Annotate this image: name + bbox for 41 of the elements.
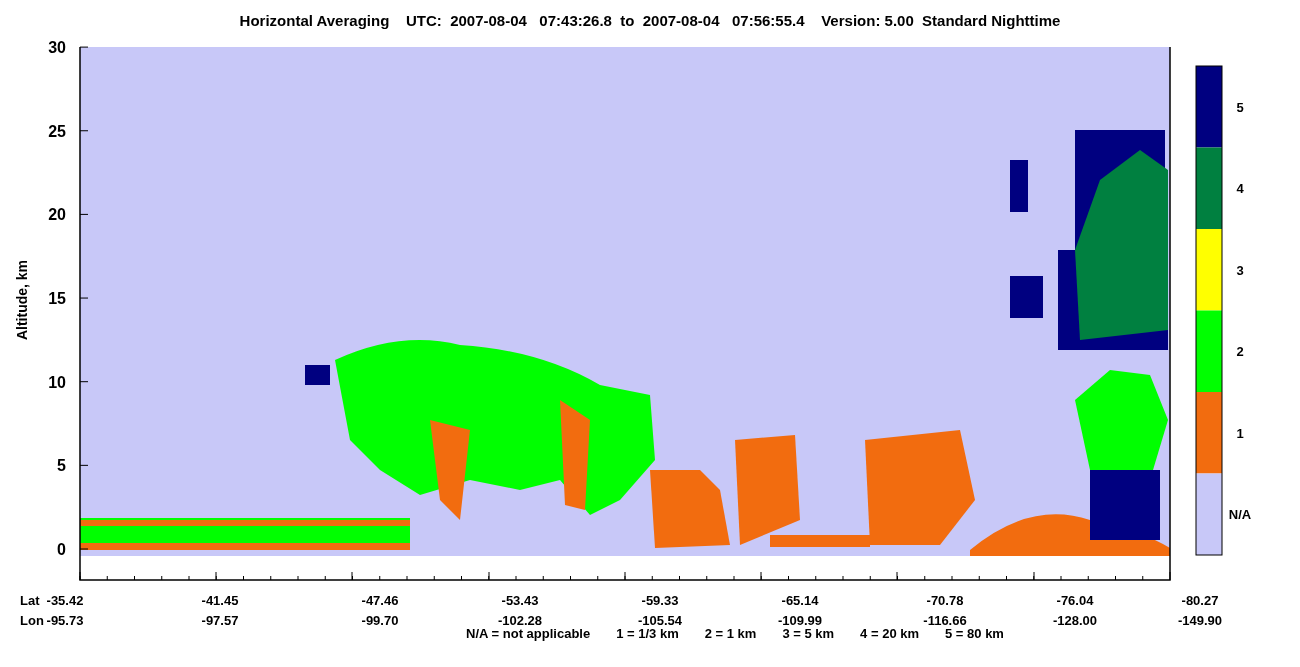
latitude-label: -70.78 [926,593,964,608]
longitude-label: -128.00 [1052,613,1098,628]
colorbar-label: 4 [1236,181,1244,197]
longitude-label: -149.90 [1177,613,1223,628]
longitude-label: -95.73 [46,613,84,628]
legend-item: 4 = 20 km [860,626,919,641]
colorbar-label: 2 [1236,344,1244,360]
legend-item: 1 = 1/3 km [616,626,679,641]
y-tick-label: 20 [48,206,66,224]
colorbar-label: 5 [1236,99,1244,115]
legend-item: 2 = 1 km [704,626,757,641]
colorbar-label: N/A [1228,507,1252,523]
latitude-label: -80.27 [1181,593,1219,608]
legend-item: 3 = 5 km [782,626,835,641]
y-tick-label: 25 [48,122,66,140]
axis-row-label: Lon [20,613,44,628]
latitude-label: -47.46 [361,593,399,608]
latitude-label: -41.45 [201,593,239,608]
latitude-label: -65.14 [781,593,819,608]
legend-item: N/A = not applicable [466,626,591,641]
longitude-label: -105.54 [637,613,683,628]
y-tick-label: 10 [48,373,66,391]
latitude-label: -53.43 [501,593,539,608]
y-tick-label: 15 [48,290,66,308]
latitude-label: -76.04 [1056,593,1094,608]
legend-item: 5 = 80 km [945,626,1004,641]
longitude-label: -97.57 [201,613,239,628]
colorbar-label: 1 [1236,425,1244,441]
longitude-label: -109.99 [777,613,823,628]
y-axis-label: Altitude, km [14,259,30,341]
y-tick-label: 30 [48,40,66,57]
latitude-label: -59.33 [641,593,679,608]
longitude-label: -116.66 [923,613,967,628]
y-tick-label: 5 [57,457,66,475]
longitude-label: -102.28 [497,613,543,628]
colorbar-label: 3 [1236,262,1244,278]
chart-title: Horizontal Averaging UTC: 2007-08-04 07:43:26.8 to 2007-08-04 07:56:55.4 Version: 5.00 Standard Nighttime [239,10,1061,31]
longitude-label: -99.70 [361,613,399,628]
y-tick-label: 0 [57,541,66,558]
axis-row-label: Lat [20,593,40,608]
latitude-label: -35.42 [46,593,84,608]
